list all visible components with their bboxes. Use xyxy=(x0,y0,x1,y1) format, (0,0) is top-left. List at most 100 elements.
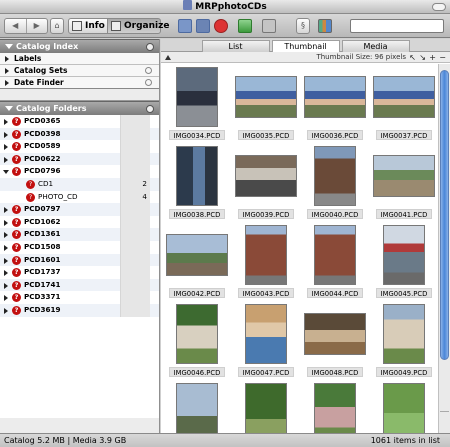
thumbnail-image[interactable] xyxy=(373,76,435,118)
disclosure-open-icon[interactable] xyxy=(5,44,13,49)
thumbnail-image[interactable] xyxy=(235,155,297,197)
thumbnail-cell[interactable]: IMG0047.PCD xyxy=(232,301,300,380)
thumbnail-image[interactable] xyxy=(304,313,366,355)
thumbnail-cell[interactable] xyxy=(163,380,231,433)
thumbnail-cell[interactable]: IMG0036.PCD xyxy=(301,64,369,143)
info-button[interactable]: Info xyxy=(68,18,108,34)
folder-row[interactable]: ? PHOTO_CD 4 xyxy=(0,190,159,204)
disclosure-open-icon[interactable] xyxy=(5,106,13,111)
disclosure-closed-icon[interactable] xyxy=(4,131,8,138)
chart-icon[interactable] xyxy=(318,19,332,33)
thumbnail-image[interactable] xyxy=(383,383,425,433)
gear-icon[interactable] xyxy=(146,43,154,51)
disclosure-closed-icon[interactable] xyxy=(5,80,9,86)
size-up-icon[interactable] xyxy=(165,55,171,60)
folder-row[interactable]: ? PCD1508 xyxy=(0,240,159,254)
disclosure-closed-icon[interactable] xyxy=(4,156,8,163)
catalog-index-header[interactable]: Catalog Index xyxy=(0,39,159,53)
folder-row[interactable]: ? PCD3371 xyxy=(0,291,159,304)
tab-thumbnail[interactable]: Thumbnail xyxy=(271,40,340,52)
thumbnail-image[interactable] xyxy=(176,383,218,433)
folder-row[interactable]: ? PCD1737 xyxy=(0,266,159,279)
folder-row[interactable]: ? PCD0797 xyxy=(0,203,159,216)
thumbnail-cell[interactable] xyxy=(301,380,369,433)
search-input[interactable] xyxy=(350,19,444,33)
scrollbar-thumb[interactable] xyxy=(440,70,449,360)
folder-row[interactable]: ? PCD1361 xyxy=(0,228,159,241)
toolbar-toggle-button[interactable] xyxy=(432,3,446,11)
scroll-arrows[interactable] xyxy=(440,411,449,431)
thumbnail-cell[interactable]: IMG0046.PCD xyxy=(163,301,231,380)
thumbnail-image[interactable] xyxy=(176,304,218,364)
disclosure-closed-icon[interactable] xyxy=(4,270,8,277)
thumbnail-cell[interactable]: IMG0044.PCD xyxy=(301,222,369,301)
chevron-right-icon[interactable]: ▶ xyxy=(27,19,48,33)
script-button[interactable]: § xyxy=(296,18,310,34)
tools-icon[interactable] xyxy=(146,105,154,113)
thumbnail-cell[interactable] xyxy=(232,380,300,433)
thumbnail-cell[interactable]: IMG0039.PCD xyxy=(232,143,300,222)
thumbnail-cell[interactable]: IMG0034.PCD xyxy=(163,64,231,143)
thumbnail-image[interactable] xyxy=(245,225,287,285)
disclosure-closed-icon[interactable] xyxy=(4,219,8,226)
organize-button[interactable]: Organize xyxy=(107,18,169,34)
folder-row[interactable]: ? PCD0365 xyxy=(0,115,159,128)
gear-icon[interactable] xyxy=(145,79,152,86)
catalog-folders-header[interactable]: Catalog Folders xyxy=(0,101,159,115)
thumbnail-cell[interactable]: IMG0048.PCD xyxy=(301,301,369,380)
collapse-icon[interactable]: ↘ xyxy=(419,52,426,63)
disclosure-closed-icon[interactable] xyxy=(4,244,8,251)
thumbnail-image[interactable] xyxy=(245,383,287,433)
thumbnail-cell[interactable]: IMG0049.PCD xyxy=(370,301,437,380)
index-item-date-finder[interactable]: Date Finder xyxy=(0,77,159,89)
stop-icon[interactable] xyxy=(214,19,228,33)
pane-divider[interactable] xyxy=(0,89,159,101)
import-icon[interactable] xyxy=(196,19,210,33)
folder-row[interactable]: ? PCD0589 xyxy=(0,140,159,153)
thumbnail-image[interactable] xyxy=(314,146,356,206)
thumbnail-image[interactable] xyxy=(235,76,297,118)
thumbnail-cell[interactable]: IMG0043.PCD xyxy=(232,222,300,301)
thumbnail-cell[interactable]: IMG0040.PCD xyxy=(301,143,369,222)
thumbnail-image[interactable] xyxy=(314,225,356,285)
chevron-left-icon[interactable]: ◀ xyxy=(5,19,27,33)
thumbnail-image[interactable] xyxy=(245,304,287,364)
print-icon[interactable] xyxy=(262,19,276,33)
expand-icon[interactable]: ↖ xyxy=(409,52,416,63)
thumbnail-cell[interactable]: IMG0037.PCD xyxy=(370,64,437,143)
disclosure-closed-icon[interactable] xyxy=(4,119,8,125)
navigation-segment[interactable]: ◀ ▶ xyxy=(4,18,48,34)
thumbnail-cell[interactable] xyxy=(370,380,437,433)
folder-row[interactable]: ? PCD3619 xyxy=(0,303,159,317)
disclosure-open-icon[interactable] xyxy=(3,170,9,175)
folder-row[interactable]: ? PCD1601 xyxy=(0,253,159,267)
zoom-in-icon[interactable]: + xyxy=(429,52,436,63)
tab-list[interactable]: List xyxy=(201,40,270,52)
folder-row[interactable]: ? PCD1062 xyxy=(0,215,159,229)
thumbnail-cell[interactable]: IMG0041.PCD xyxy=(370,143,437,222)
disclosure-closed-icon[interactable] xyxy=(4,295,8,302)
thumbnail-image[interactable] xyxy=(176,146,218,206)
disclosure-closed-icon[interactable] xyxy=(4,282,8,289)
thumbnail-cell[interactable]: IMG0042.PCD xyxy=(163,222,231,301)
thumbnail-image[interactable] xyxy=(166,234,228,276)
thumbnail-image[interactable] xyxy=(176,67,218,127)
index-item-catalog-sets[interactable]: Catalog Sets xyxy=(0,65,159,77)
folder-row[interactable]: ? PCD0622 xyxy=(0,152,159,166)
disclosure-closed-icon[interactable] xyxy=(5,56,9,62)
index-item-labels[interactable]: Labels xyxy=(0,53,159,65)
thumbnail-image[interactable] xyxy=(383,304,425,364)
folder-row[interactable]: ? PCD1741 xyxy=(0,278,159,292)
thumbnail-image[interactable] xyxy=(314,383,356,433)
tab-media[interactable]: Media xyxy=(341,40,410,52)
thumbnail-cell[interactable]: IMG0035.PCD xyxy=(232,64,300,143)
disclosure-closed-icon[interactable] xyxy=(4,307,8,314)
thumbnail-cell[interactable]: IMG0045.PCD xyxy=(370,222,437,301)
thumbnail-image[interactable] xyxy=(383,225,425,285)
folder-row[interactable]: ? PCD0398 xyxy=(0,127,159,141)
gear-icon[interactable] xyxy=(145,67,152,74)
thumbnail-image[interactable] xyxy=(304,76,366,118)
disclosure-closed-icon[interactable] xyxy=(4,232,8,239)
disclosure-closed-icon[interactable] xyxy=(4,257,8,264)
label-icon[interactable] xyxy=(238,19,252,33)
